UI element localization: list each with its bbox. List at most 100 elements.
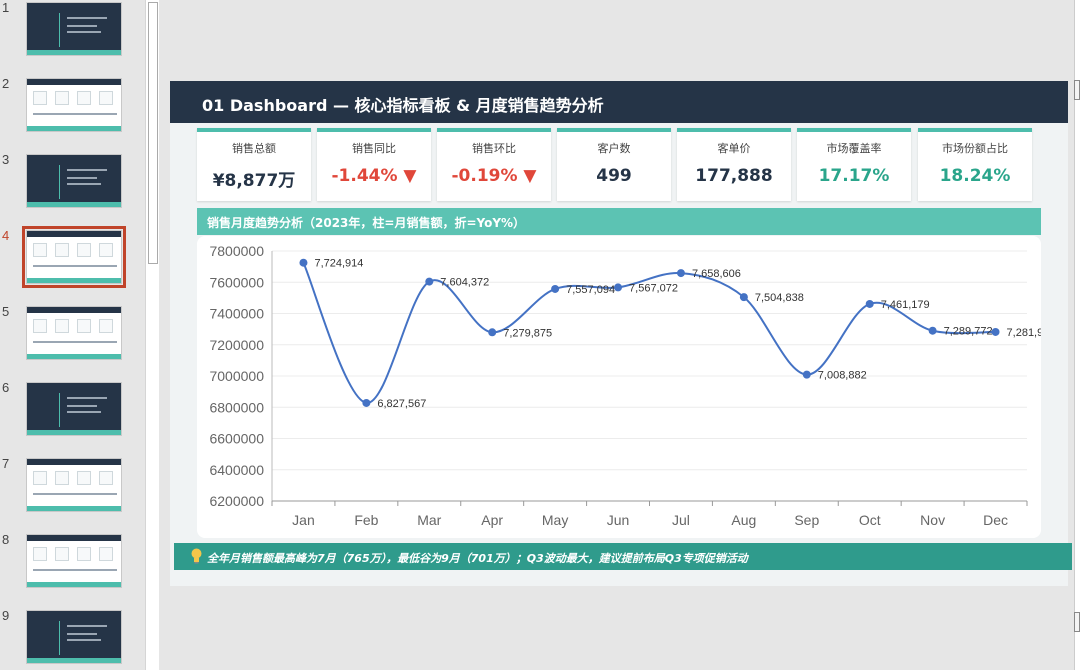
kpi-card: 客单价 177,888 (677, 128, 791, 201)
data-label: 7,567,072 (629, 282, 678, 294)
data-label: 7,279,875 (503, 327, 552, 339)
kpi-label: 销售总额 (232, 142, 276, 155)
chart-title: 销售月度趋势分析（2023年，柱=月销售额，折=YoY%） (207, 216, 526, 230)
scrollbar-thumb[interactable] (148, 2, 158, 264)
data-point (802, 370, 811, 379)
data-label: 7,461,179 (881, 299, 930, 311)
x-tick-label: Apr (481, 512, 503, 528)
slide-header: 01 Dashboard — 核心指标看板 & 月度销售趋势分析 (170, 81, 1068, 123)
slide-thumbnail-1[interactable]: 1 (0, 0, 145, 60)
kpi-label: 市场覆盖率 (826, 142, 882, 155)
thumbnail-preview[interactable] (22, 226, 126, 288)
x-tick-label: Jun (607, 512, 630, 528)
slide-thumbnail-4[interactable]: 4 (0, 226, 145, 288)
y-tick-label: 7000000 (209, 368, 264, 384)
data-point (676, 269, 685, 278)
slide-number: 1 (2, 0, 10, 15)
data-label: 7,604,372 (440, 277, 489, 289)
lightbulb-icon (191, 548, 202, 564)
data-point (425, 277, 434, 286)
x-tick-label: Feb (354, 512, 378, 528)
slide-number: 8 (2, 532, 10, 547)
x-tick-label: Jul (672, 512, 690, 528)
slide-number: 7 (2, 456, 10, 471)
kpi-value: 18.24% (939, 166, 1011, 186)
y-tick-label: 6400000 (209, 462, 264, 478)
slide-title: 01 Dashboard — 核心指标看板 & 月度销售趋势分析 (202, 96, 604, 115)
data-label: 7,557,094 (566, 284, 615, 296)
y-tick-label: 7400000 (209, 306, 264, 322)
slide-thumbnail-8[interactable]: 8 (0, 532, 145, 592)
slide-number: 5 (2, 304, 10, 319)
data-point (928, 326, 937, 335)
slide-thumbnail-7[interactable]: 7 (0, 456, 145, 516)
data-point (362, 398, 371, 407)
scroll-down-marker[interactable] (1074, 612, 1080, 632)
kpi-value: 499 (596, 166, 632, 186)
thumbnail-preview[interactable] (26, 534, 122, 588)
slide-thumbnail-panel: 1 2 3 4 5 6 7 8 9 (0, 0, 145, 670)
data-point (488, 328, 497, 337)
chart-card[interactable]: 7800000 7600000 7400000 7200000 7000000 68000… (197, 236, 1041, 538)
slide-thumbnail-6[interactable]: 6 (0, 380, 145, 440)
scroll-up-marker[interactable] (1074, 80, 1080, 100)
thumbnail-preview[interactable] (26, 458, 122, 512)
thumbnail-preview[interactable] (26, 2, 122, 56)
data-point (614, 283, 623, 292)
data-label: 7,289,772 (944, 326, 993, 338)
y-tick-label: 7800000 (209, 243, 264, 259)
thumbnail-scrollbar[interactable] (145, 0, 159, 670)
slide-scrollbar[interactable] (1074, 0, 1080, 670)
data-label: 6,827,567 (377, 398, 426, 410)
x-tick-label: Sep (794, 512, 819, 528)
data-point (299, 258, 308, 267)
y-tick-label: 6200000 (209, 493, 264, 509)
kpi-label: 市场份额占比 (942, 142, 1008, 155)
x-tick-label: Nov (920, 512, 945, 528)
data-point (739, 293, 748, 302)
line-chart: 7800000 7600000 7400000 7200000 7000000 68000… (209, 243, 1041, 528)
x-tick-label: Dec (983, 512, 1008, 528)
kpi-value: ¥8,877万 (212, 171, 296, 191)
kpi-value: 17.17% (818, 166, 890, 186)
x-tick-label: Aug (731, 512, 756, 528)
thumbnail-preview[interactable] (26, 154, 122, 208)
data-point (551, 284, 560, 293)
slide-thumbnail-5[interactable]: 5 (0, 304, 145, 364)
thumbnail-preview[interactable] (26, 306, 122, 360)
slide-number: 6 (2, 380, 10, 395)
kpi-card: 销售同比 -1.44% ▼ (317, 128, 431, 201)
kpi-value: -0.19% ▼ (451, 166, 537, 186)
data-point (991, 327, 1000, 336)
kpi-card: 市场份额占比 18.24% (918, 128, 1032, 201)
thumbnail-preview[interactable] (26, 610, 122, 664)
slide-thumbnail-2[interactable]: 2 (0, 76, 145, 136)
kpi-label: 客单价 (717, 142, 751, 155)
data-label: 7,724,914 (314, 258, 363, 270)
thumbnail-preview[interactable] (26, 78, 122, 132)
kpi-card: 销售总额 ¥8,877万 (197, 128, 311, 201)
kpi-card: 客户数 499 (557, 128, 671, 201)
kpi-label: 客户数 (597, 142, 631, 155)
kpi-label: 销售环比 (472, 142, 516, 155)
slide-number: 4 (2, 228, 10, 243)
y-tick-label: 6600000 (209, 431, 264, 447)
kpi-value: 177,888 (695, 166, 773, 186)
x-tick-label: Jan (292, 512, 315, 528)
slide-canvas[interactable]: 01 Dashboard — 核心指标看板 & 月度销售趋势分析 销售总额 ¥8,… (170, 81, 1072, 586)
y-tick-label: 7600000 (209, 274, 264, 290)
insight-text: 全年月销售额最高峰为7月（765万），最低谷为9月（701万）；Q3波动最大，建… (207, 552, 748, 565)
slide-number: 9 (2, 608, 10, 623)
y-tick-label: 6800000 (209, 399, 264, 415)
slide-thumbnail-3[interactable]: 3 (0, 152, 145, 212)
kpi-value: -1.44% ▼ (331, 166, 417, 186)
insight-bar: 全年月销售额最高峰为7月（765万），最低谷为9月（701万）；Q3波动最大，建… (174, 543, 1072, 570)
slide-thumbnail-9[interactable]: 9 (0, 608, 145, 668)
thumbnail-preview[interactable] (26, 382, 122, 436)
slide-number: 2 (2, 76, 10, 91)
data-point (865, 299, 874, 308)
x-tick-label: Mar (417, 512, 441, 528)
data-label: 7,008,882 (818, 370, 867, 382)
data-label: 7,504,838 (755, 292, 804, 304)
x-tick-label: May (542, 512, 568, 528)
